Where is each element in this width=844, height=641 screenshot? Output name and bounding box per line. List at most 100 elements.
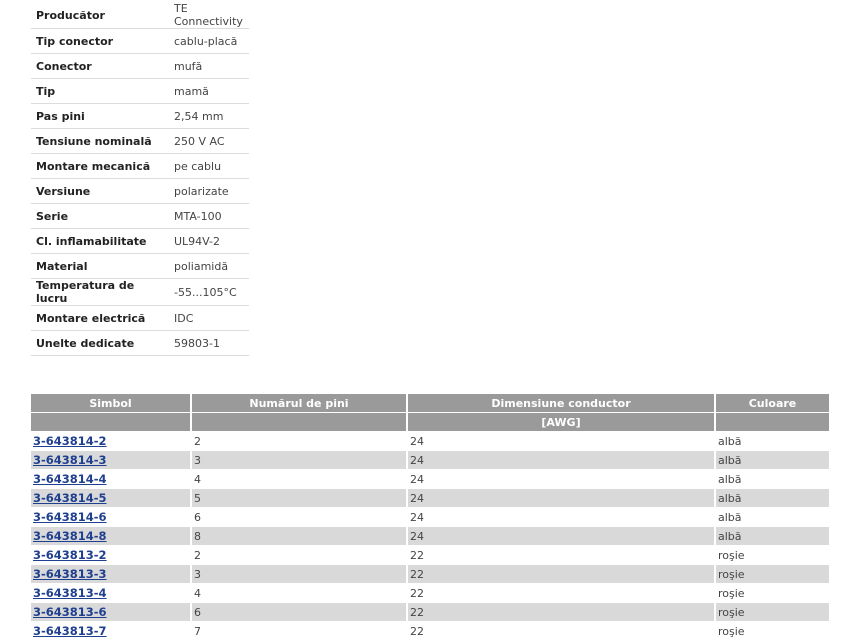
spec-row: Montare mecanică pe cablu — [31, 153, 249, 179]
symbol-cell: 3-643814-5 — [31, 488, 192, 508]
spec-row: Tip mamă — [31, 78, 249, 104]
product-link[interactable]: 3-643814-3 — [33, 453, 107, 467]
spec-label: Tensiune nominală — [31, 128, 169, 154]
spec-label: Tip — [31, 78, 169, 104]
color-cell: albă — [715, 469, 829, 489]
spec-row: Serie MTA-100 — [31, 203, 249, 229]
subheader-empty — [191, 412, 408, 432]
spec-label: Tip conector — [31, 28, 169, 54]
pins-cell: 2 — [191, 545, 408, 565]
pins-cell: 3 — [191, 450, 408, 470]
spec-label: Montare mecanică — [31, 153, 169, 179]
table-subheader-row: [AWG] — [31, 412, 829, 432]
pins-cell: 5 — [191, 488, 408, 508]
subheader-empty — [715, 412, 829, 432]
symbol-cell: 3-643813-3 — [31, 564, 192, 584]
spec-label: Producător — [31, 2, 169, 29]
product-link[interactable]: 3-643813-6 — [33, 605, 107, 619]
awg-cell: 24 — [407, 469, 716, 489]
spec-row: Cl. inflamabilitate UL94V-2 — [31, 228, 249, 254]
table-row: 3-643813-7 7 22 roşie — [31, 621, 829, 640]
table-row: 3-643814-3 3 24 albă — [31, 450, 829, 470]
pins-cell: 3 — [191, 564, 408, 584]
symbol-cell: 3-643813-2 — [31, 545, 192, 565]
spec-value: poliamidă — [169, 253, 249, 279]
spec-value: mamă — [169, 78, 249, 104]
table-row: 3-643813-6 6 22 roşie — [31, 602, 829, 622]
spec-value: IDC — [169, 305, 249, 331]
table-row: 3-643814-2 2 24 albă — [31, 431, 829, 451]
product-link[interactable]: 3-643813-2 — [33, 548, 107, 562]
product-link[interactable]: 3-643814-2 — [33, 434, 107, 448]
spec-row: Versiune polarizate — [31, 178, 249, 204]
awg-cell: 22 — [407, 545, 716, 565]
table-header-row: Simbol Numărul de pini Dimensiune conduc… — [31, 394, 829, 413]
awg-cell: 22 — [407, 621, 716, 640]
awg-cell: 24 — [407, 431, 716, 451]
product-link[interactable]: 3-643814-5 — [33, 491, 107, 505]
subheader-conductor-unit: [AWG] — [407, 412, 716, 432]
awg-cell: 24 — [407, 526, 716, 546]
color-cell: albă — [715, 488, 829, 508]
spec-value: 2,54 mm — [169, 103, 249, 129]
spec-value: 59803-1 — [169, 330, 249, 356]
product-link[interactable]: 3-643813-3 — [33, 567, 107, 581]
spec-value: 250 V AC — [169, 128, 249, 154]
spec-label: Pas pini — [31, 103, 169, 129]
symbol-cell: 3-643813-7 — [31, 621, 192, 640]
color-cell: albă — [715, 507, 829, 527]
table-row: 3-643814-8 8 24 albă — [31, 526, 829, 546]
spec-label: Montare electrică — [31, 305, 169, 331]
color-cell: roşie — [715, 602, 829, 622]
spec-row: Producător TE Connectivity — [31, 2, 249, 29]
spec-row: Tensiune nominală 250 V AC — [31, 128, 249, 154]
spec-value: mufă — [169, 53, 249, 79]
symbol-cell: 3-643813-4 — [31, 583, 192, 603]
spec-row: Montare electrică IDC — [31, 305, 249, 331]
spec-row: Unelte dedicate 59803-1 — [31, 330, 249, 356]
spec-value: -55...105°C — [169, 278, 249, 306]
column-header-color: Culoare — [715, 394, 829, 413]
awg-cell: 22 — [407, 583, 716, 603]
pins-cell: 8 — [191, 526, 408, 546]
spec-value: MTA-100 — [169, 203, 249, 229]
pins-cell: 2 — [191, 431, 408, 451]
symbol-cell: 3-643814-8 — [31, 526, 192, 546]
product-link[interactable]: 3-643814-4 — [33, 472, 107, 486]
product-variants-table: Simbol Numărul de pini Dimensiune conduc… — [31, 394, 829, 640]
spec-value: cablu-placă — [169, 28, 249, 54]
awg-cell: 22 — [407, 602, 716, 622]
table-row: 3-643813-3 3 22 roşie — [31, 564, 829, 584]
spec-label: Unelte dedicate — [31, 330, 169, 356]
product-link[interactable]: 3-643813-4 — [33, 586, 107, 600]
spec-label: Cl. inflamabilitate — [31, 228, 169, 254]
spec-value: UL94V-2 — [169, 228, 249, 254]
pins-cell: 6 — [191, 602, 408, 622]
product-link[interactable]: 3-643813-7 — [33, 624, 107, 638]
column-header-conductor: Dimensiune conductor — [407, 394, 716, 413]
spec-value: pe cablu — [169, 153, 249, 179]
product-link[interactable]: 3-643814-8 — [33, 529, 107, 543]
awg-cell: 24 — [407, 488, 716, 508]
table-row: 3-643813-4 4 22 roşie — [31, 583, 829, 603]
symbol-cell: 3-643814-6 — [31, 507, 192, 527]
spec-value: polarizate — [169, 178, 249, 204]
table-row: 3-643814-6 6 24 albă — [31, 507, 829, 527]
pins-cell: 4 — [191, 469, 408, 489]
spec-row: Pas pini 2,54 mm — [31, 103, 249, 129]
symbol-cell: 3-643813-6 — [31, 602, 192, 622]
color-cell: roşie — [715, 545, 829, 565]
table-row: 3-643814-5 5 24 albă — [31, 488, 829, 508]
spec-row: Temperatura de lucru -55...105°C — [31, 278, 249, 306]
symbol-cell: 3-643814-3 — [31, 450, 192, 470]
spec-value: TE Connectivity — [169, 2, 249, 29]
spec-row: Conector mufă — [31, 53, 249, 79]
table-row: 3-643813-2 2 22 roşie — [31, 545, 829, 565]
awg-cell: 24 — [407, 507, 716, 527]
product-link[interactable]: 3-643814-6 — [33, 510, 107, 524]
pins-cell: 6 — [191, 507, 408, 527]
pins-cell: 4 — [191, 583, 408, 603]
color-cell: albă — [715, 450, 829, 470]
pins-cell: 7 — [191, 621, 408, 640]
table-row: 3-643814-4 4 24 albă — [31, 469, 829, 489]
